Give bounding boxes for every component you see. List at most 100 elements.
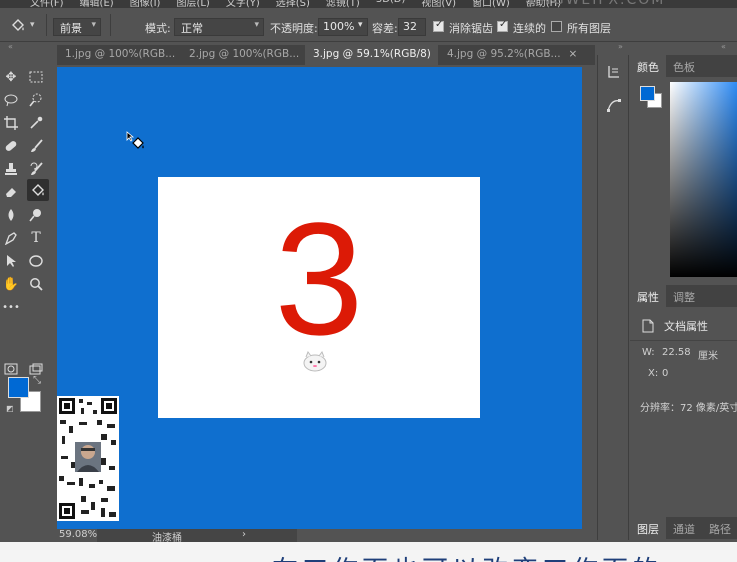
history-brush-tool-icon[interactable]	[27, 160, 45, 178]
menu-image[interactable]: 图像(I)	[130, 0, 161, 8]
tolerance-label: 容差:	[372, 22, 398, 35]
lasso-tool-icon[interactable]	[2, 91, 20, 109]
properties-panel-tabs: 属性 调整	[630, 285, 737, 307]
dodge-tool-icon[interactable]	[27, 206, 45, 224]
document-tabs: 1.jpg @ 100%(RGB...× 2.jpg @ 100%(RGB...…	[57, 45, 595, 65]
type-tool-icon[interactable]: T	[27, 229, 45, 247]
clone-stamp-tool-icon[interactable]	[2, 160, 20, 178]
tab-3-jpg[interactable]: 3.jpg @ 59.1%(RGB/8)×	[305, 45, 448, 65]
tab-properties[interactable]: 属性	[630, 285, 666, 307]
collapse-toolbar-icon[interactable]: «	[8, 42, 13, 51]
menu-items: 文件(F) 编辑(E) 图像(I) 图层(L) 文字(Y) 选择(S) 滤镜(T…	[30, 0, 561, 8]
tab-1-jpg[interactable]: 1.jpg @ 100%(RGB...×	[57, 45, 192, 65]
menu-3d[interactable]: 3D(D)	[376, 0, 406, 8]
all-layers-checkbox[interactable]	[551, 21, 562, 32]
x-label: X:	[648, 368, 659, 379]
width-value[interactable]: 22.58	[662, 347, 691, 358]
tab-label: 3.jpg @ 59.1%(RGB/8)	[313, 48, 431, 60]
brush-tool-icon[interactable]	[27, 137, 45, 155]
expand-panels-icon[interactable]: «	[721, 42, 726, 51]
width-unit: 厘米	[698, 351, 718, 362]
paths-panel-icon[interactable]	[605, 97, 623, 115]
color-spectrum-picker[interactable]	[670, 82, 737, 277]
video-subtitle: 在工作面也可以改变工作面的	[0, 542, 737, 562]
tolerance-input[interactable]: 32	[398, 18, 426, 36]
antialias-checkbox[interactable]	[433, 19, 444, 32]
foreground-color-swatch[interactable]	[8, 377, 29, 398]
tab-channels[interactable]: 通道	[666, 517, 702, 539]
more-tools-icon[interactable]: •••	[2, 298, 20, 316]
healing-brush-tool-icon[interactable]	[2, 137, 20, 155]
menu-edit[interactable]: 编辑(E)	[80, 0, 114, 8]
qr-code-image	[57, 396, 119, 521]
quick-mask-icon[interactable]	[2, 360, 20, 378]
paint-bucket-cursor-icon	[126, 131, 144, 149]
panel-foreground-swatch[interactable]	[640, 86, 655, 101]
tab-swatches[interactable]: 色板	[666, 55, 702, 77]
antialias-label: 消除锯齿	[449, 22, 493, 35]
opacity-value: 100%	[323, 20, 355, 33]
eyedropper-tool-icon[interactable]	[27, 114, 45, 132]
properties-title: 文档属性	[664, 320, 708, 333]
x-value[interactable]: 0	[662, 368, 668, 379]
chevron-down-icon: ▾	[254, 20, 259, 30]
default-colors-icon[interactable]: ◩	[6, 404, 14, 413]
mode-select[interactable]: 正常 ▾	[174, 18, 264, 36]
document-image[interactable]: 3	[158, 177, 480, 418]
zoom-tool-icon[interactable]	[27, 275, 45, 293]
tab-paths[interactable]: 路径	[702, 517, 737, 539]
menu-window[interactable]: 窗口(W)	[472, 0, 510, 8]
tab-adjustments[interactable]: 调整	[666, 285, 702, 307]
divider	[46, 14, 47, 36]
tab-2-jpg[interactable]: 2.jpg @ 100%(RGB...×	[181, 45, 316, 65]
divider	[110, 14, 111, 36]
menu-file[interactable]: 文件(F)	[30, 0, 64, 8]
collapse-panels-icon[interactable]: »	[618, 42, 623, 51]
watermark-text: JINGWEIFX.COM	[528, 0, 666, 8]
tolerance-value: 32	[403, 20, 417, 33]
width-label: W:	[642, 347, 655, 358]
mode-value: 正常	[181, 22, 203, 35]
marquee-tool-icon[interactable]	[27, 68, 45, 86]
chevron-down-icon: ▾	[91, 20, 96, 30]
paint-bucket-icon[interactable]	[10, 18, 26, 34]
opacity-dropdown-icon[interactable]: ▾	[358, 20, 363, 30]
contiguous-checkbox[interactable]	[497, 19, 508, 32]
menu-type[interactable]: 文字(Y)	[226, 0, 260, 8]
screen-mode-icon[interactable]	[27, 360, 45, 378]
tool-preset-caret-icon[interactable]: ▾	[30, 20, 35, 30]
menu-select[interactable]: 选择(S)	[276, 0, 310, 8]
mode-label: 模式:	[145, 22, 171, 35]
tab-layers[interactable]: 图层	[630, 517, 666, 539]
menu-bar: 文件(F) 编辑(E) 图像(I) 图层(L) 文字(Y) 选择(S) 滤镜(T…	[0, 0, 737, 8]
history-panel-icon[interactable]	[605, 63, 623, 81]
tab-label: 2.jpg @ 100%(RGB...	[189, 48, 300, 60]
paint-bucket-tool-icon[interactable]	[27, 179, 49, 201]
layers-panel-tabs: 图层 通道 路径	[630, 517, 737, 539]
path-selection-tool-icon[interactable]	[2, 252, 20, 270]
chevron-right-icon[interactable]: ›	[242, 529, 246, 540]
menu-filter[interactable]: 滤镜(T)	[326, 0, 360, 8]
status-info: 油漆桶	[97, 529, 297, 544]
layers-panel: 图层 通道 路径	[630, 517, 737, 542]
color-panel-tabs: 颜色 色板	[630, 55, 737, 77]
fill-source-value: 前景	[60, 22, 82, 35]
fill-source-select[interactable]: 前景 ▾	[53, 18, 101, 36]
menu-layer[interactable]: 图层(L)	[176, 0, 209, 8]
options-bar: ▾ 前景 ▾ 模式: 正常 ▾ 不透明度: 100% ▾ 容差: 32 消除锯齿…	[0, 8, 737, 42]
blur-tool-icon[interactable]	[2, 206, 20, 224]
quick-select-tool-icon[interactable]	[27, 91, 45, 109]
move-tool-icon[interactable]: ✥	[2, 68, 20, 86]
eraser-tool-icon[interactable]	[2, 183, 20, 201]
canvas-area[interactable]: 3	[57, 67, 582, 529]
menu-view[interactable]: 视图(V)	[421, 0, 456, 8]
crop-tool-icon[interactable]	[2, 114, 20, 132]
subtitle-text: 在工作面也可以改变工作面的	[272, 550, 662, 562]
zoom-level[interactable]: 59.08%	[59, 529, 97, 540]
tab-color[interactable]: 颜色	[630, 55, 666, 77]
ellipse-tool-icon[interactable]	[27, 252, 45, 270]
hand-tool-icon[interactable]: ✋	[2, 275, 20, 293]
tab-4-jpg[interactable]: 4.jpg @ 95.2%(RGB... ×	[439, 45, 577, 65]
pen-tool-icon[interactable]	[2, 229, 20, 247]
close-icon[interactable]: ×	[569, 48, 578, 60]
